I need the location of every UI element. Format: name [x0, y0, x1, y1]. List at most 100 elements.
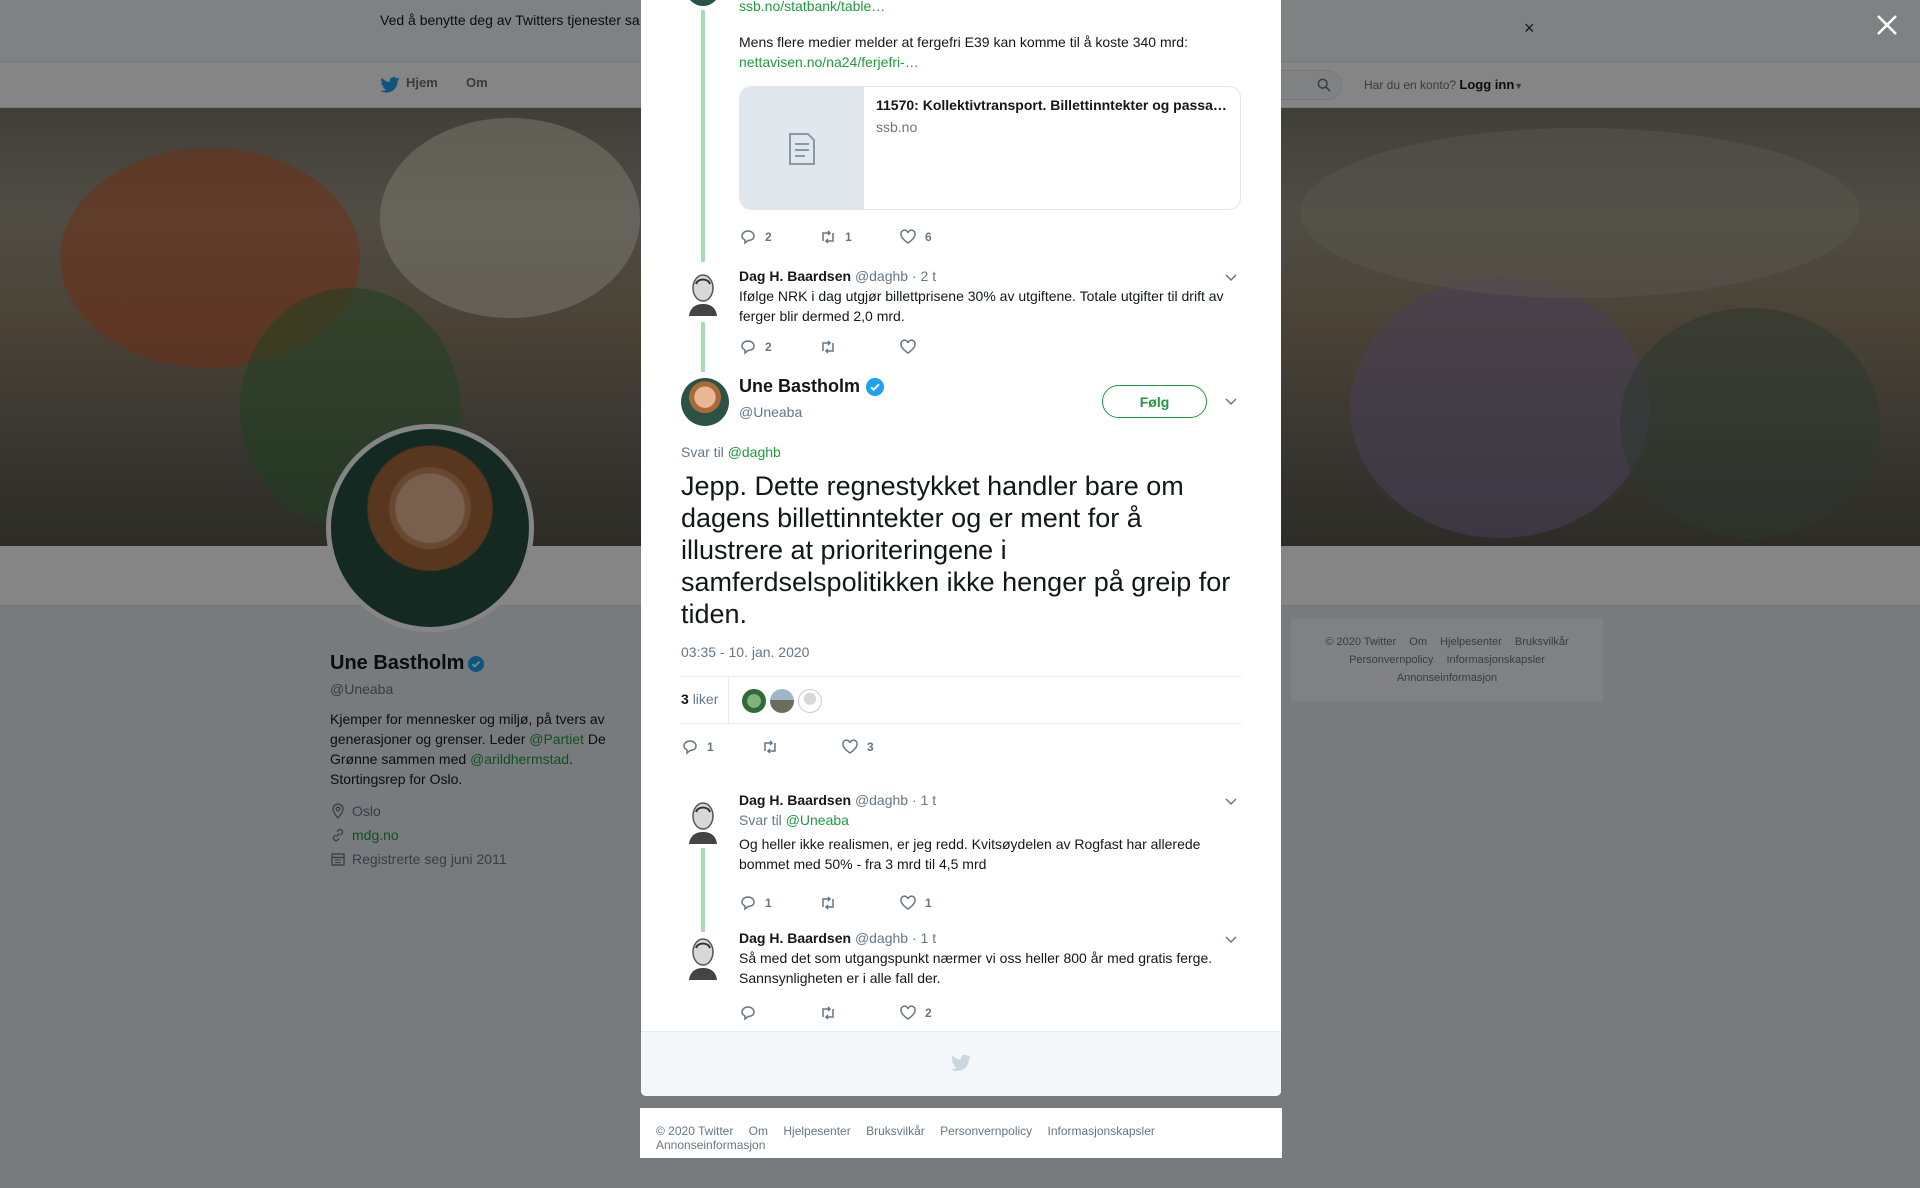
main-tweet-actions: 1 3 — [681, 738, 1081, 758]
main-tweet-author[interactable]: Une Bastholm — [739, 376, 885, 397]
verified-badge-icon — [866, 377, 885, 396]
reply-context: Svar til @daghb — [681, 444, 781, 460]
avatar-daghb[interactable] — [686, 272, 720, 316]
retweet-button[interactable] — [819, 894, 837, 912]
tweet-text: Så med det som utgangspunkt nærmer vi os… — [739, 950, 1213, 986]
liker-avatar[interactable] — [742, 689, 766, 713]
retweet-button[interactable] — [819, 1004, 837, 1022]
reply-count: 1 — [765, 896, 772, 910]
chevron-down-icon[interactable] — [1225, 798, 1237, 806]
tweet-avatar[interactable] — [686, 0, 720, 6]
main-tweet-text: Jepp. Dette regnestykket handler bare om… — [681, 471, 1231, 629]
tweet-text: Og heller ikke realismen, er jeg redd. K… — [739, 836, 1201, 872]
author-name[interactable]: Dag H. Baardsen — [739, 930, 851, 946]
link-card-domain: ssb.no — [876, 119, 918, 135]
reply-icon — [741, 896, 755, 911]
chevron-down-icon[interactable] — [1225, 936, 1237, 944]
tweet-link-ssb[interactable]: ssb.no/statbank/table… — [739, 0, 885, 14]
reply-button[interactable]: 2 — [739, 338, 772, 356]
reply-to-mention[interactable]: @daghb — [728, 444, 781, 460]
reply-button[interactable]: 1 — [739, 894, 772, 912]
tweet-link-nettavisen[interactable]: nettavisen.no/na24/ferjefri-… — [739, 54, 919, 70]
tweet-modal: ssb.no/statbank/table… Mens flere medier… — [641, 0, 1281, 1096]
like-count: 6 — [925, 230, 932, 244]
footer-link-cookies[interactable]: Informasjonskapsler — [1048, 1124, 1155, 1138]
like-button[interactable]: 3 — [841, 738, 874, 756]
tweet-actions: 2 1 6 — [739, 228, 1139, 248]
retweet-button[interactable] — [761, 738, 779, 756]
footer-link-help[interactable]: Hjelpesenter — [783, 1124, 850, 1138]
tweet-time[interactable]: · 2 t — [912, 268, 936, 284]
retweet-icon — [764, 740, 776, 754]
tweet-time[interactable]: · 1 t — [912, 792, 936, 808]
avatar-daghb[interactable] — [686, 800, 720, 844]
chevron-down-icon[interactable] — [1225, 398, 1237, 406]
tweet-actions: 2 — [739, 338, 1139, 358]
link-card-title[interactable]: 11570: Kollektivtransport. Billettinntek… — [876, 97, 1232, 113]
like-button[interactable]: 2 — [899, 1004, 932, 1022]
retweet-icon — [822, 1006, 834, 1020]
follow-button[interactable]: Følg — [1102, 385, 1207, 418]
retweet-button[interactable] — [819, 338, 837, 356]
close-modal-icon[interactable] — [1874, 12, 1900, 38]
reply-button[interactable] — [739, 1004, 757, 1022]
author-handle[interactable]: @daghb — [855, 792, 908, 808]
tweet-time[interactable]: · 1 t — [912, 930, 936, 946]
reply-icon — [741, 340, 755, 355]
link-card-thumbnail — [740, 87, 864, 209]
reply-prefix: Svar til — [739, 812, 782, 828]
tweet-content: Dag H. Baardsen @daghb · 1 t Svar til @U… — [739, 790, 1239, 874]
reply-tweet: Dag H. Baardsen @daghb · 1 t Svar til @U… — [641, 790, 1281, 920]
reply-context: Svar til @Uneaba — [739, 810, 1239, 830]
reply-prefix: Svar til — [681, 444, 724, 460]
chevron-down-icon[interactable] — [1225, 274, 1237, 282]
like-button[interactable]: 1 — [899, 894, 932, 912]
author-handle[interactable]: @daghb — [855, 268, 908, 284]
tweet-text: Ifølge NRK i dag utgjør billettprisene 3… — [739, 288, 1224, 324]
footer-link-terms[interactable]: Bruksvilkår — [866, 1124, 925, 1138]
author-handle[interactable]: @Uneaba — [739, 404, 802, 420]
tweet-header: Dag H. Baardsen @daghb · 1 t — [739, 790, 1239, 810]
footer-link-ads[interactable]: Annonseinformasjon — [656, 1138, 765, 1152]
retweet-button[interactable]: 1 — [819, 228, 852, 246]
heart-icon — [900, 895, 916, 910]
like-count: 3 — [867, 740, 874, 754]
tweet-actions: 2 — [739, 1004, 1139, 1024]
reply-count: 1 — [707, 740, 714, 754]
author-name[interactable]: Une Bastholm — [739, 376, 860, 397]
modal-bottom-footer: © 2020 Twitter Om Hjelpesenter Bruksvilk… — [640, 1108, 1282, 1158]
author-name[interactable]: Dag H. Baardsen — [739, 792, 851, 808]
heart-icon — [900, 229, 916, 244]
author-name[interactable]: Dag H. Baardsen — [739, 268, 851, 284]
liker-avatar[interactable] — [770, 689, 794, 713]
like-button[interactable] — [899, 338, 917, 356]
avatar-daghb[interactable] — [686, 936, 720, 980]
like-button[interactable]: 6 — [899, 228, 932, 246]
tweet-stats: 3 liker — [681, 676, 1241, 725]
author-handle[interactable]: @daghb — [855, 930, 908, 946]
document-icon — [789, 133, 815, 165]
retweet-count: 1 — [845, 230, 852, 244]
twitter-bird-icon — [951, 1054, 971, 1071]
tweet-text: ssb.no/statbank/table… Mens flere medier… — [739, 0, 1239, 72]
stats-divider — [728, 677, 729, 725]
reply-button[interactable]: 2 — [739, 228, 772, 246]
link-preview-card[interactable]: 11570: Kollektivtransport. Billettinntek… — [739, 86, 1241, 210]
reply-count: 2 — [765, 340, 772, 354]
avatar-uneaba[interactable] — [681, 378, 729, 426]
modal-footer — [641, 1031, 1281, 1096]
tweet-actions: 1 1 — [739, 894, 1139, 914]
thread-tweet: Dag H. Baardsen @daghb · 2 t Ifølge NRK … — [641, 262, 1281, 362]
retweet-icon — [822, 340, 834, 354]
reply-button[interactable]: 1 — [681, 738, 714, 756]
retweet-icon — [822, 896, 834, 910]
reply-icon — [683, 740, 697, 755]
main-tweet-timestamp[interactable]: 03:35 - 10. jan. 2020 — [681, 644, 809, 660]
liker-avatar[interactable] — [798, 689, 822, 713]
likes-stat[interactable]: 3 liker — [681, 691, 718, 707]
footer-link-privacy[interactable]: Personvernpolicy — [940, 1124, 1032, 1138]
tweet-header: Dag H. Baardsen @daghb · 1 t — [739, 928, 1239, 948]
heart-icon — [842, 739, 858, 754]
footer-link-about[interactable]: Om — [749, 1124, 768, 1138]
reply-to-mention[interactable]: @Uneaba — [786, 812, 849, 828]
